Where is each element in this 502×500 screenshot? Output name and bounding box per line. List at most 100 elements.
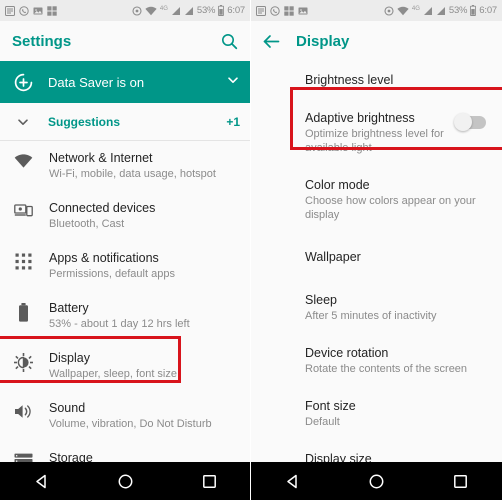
display-screen: 4G 53% 6:07 Display Brightness level Ada… <box>251 0 502 500</box>
settings-item-display[interactable]: Display Wallpaper, sleep, font size <box>0 341 250 391</box>
signal-icon <box>184 6 194 16</box>
page-title: Display <box>296 32 350 50</box>
status-bar-system-icons: 4G 53% 6:07 <box>384 5 497 16</box>
battery-icon <box>470 5 477 16</box>
display-item-title: Font size <box>305 399 356 413</box>
recents-square-icon[interactable] <box>201 473 218 490</box>
home-circle-icon[interactable] <box>368 473 385 490</box>
settings-item-network[interactable]: Network & Internet Wi-Fi, mobile, data u… <box>0 141 250 191</box>
chevron-down-icon[interactable] <box>10 115 36 129</box>
signal-icon <box>423 6 433 16</box>
display-item-subtitle: Choose how colors appear on your display <box>305 195 476 221</box>
navigation-bar <box>251 462 502 500</box>
battery-percent-label: 53% <box>448 5 468 16</box>
signal-icon <box>436 6 446 16</box>
clock-label: 6:07 <box>227 5 245 16</box>
settings-item-sound[interactable]: Sound Volume, vibration, Do Not Disturb <box>0 391 250 441</box>
display-item-title: Adaptive brightness <box>305 111 415 125</box>
display-item-color-mode[interactable]: Color mode Choose how colors appear on y… <box>251 166 502 233</box>
data-saver-icon <box>10 73 36 92</box>
recents-square-icon[interactable] <box>452 473 469 490</box>
display-item-font-size[interactable]: Font size Default <box>251 387 502 440</box>
toggle-knob <box>454 113 472 131</box>
display-item-adaptive-brightness[interactable]: Adaptive brightness Optimize brightness … <box>251 99 502 166</box>
settings-item-battery[interactable]: Battery 53% - about 1 day 12 hrs left <box>0 291 250 341</box>
note-icon <box>5 5 15 16</box>
display-item-subtitle: Optimize brightness level for available … <box>305 128 444 154</box>
battery-percent-label: 53% <box>196 5 216 16</box>
back-triangle-icon[interactable] <box>33 473 50 490</box>
display-item-device-rotation[interactable]: Device rotation Rotate the contents of t… <box>251 334 502 387</box>
whatsapp-icon <box>19 5 29 16</box>
settings-item-title: Sound <box>49 401 86 415</box>
settings-item-title: Apps & notifications <box>49 251 159 265</box>
signal-icon <box>171 6 181 16</box>
chevron-down-icon[interactable] <box>226 73 240 92</box>
battery-icon <box>218 5 225 16</box>
display-settings-list: Brightness level Adaptive brightness Opt… <box>251 61 502 500</box>
home-circle-icon[interactable] <box>117 473 134 490</box>
data-saver-label: Data Saver is on <box>48 74 145 90</box>
settings-app-bar: Settings <box>0 21 250 61</box>
display-item-title: Device rotation <box>305 346 389 360</box>
dual-screenshot-container: 4G 53% 6:07 Settings Data Saver is on Su… <box>0 0 502 500</box>
back-arrow-icon[interactable] <box>263 34 280 49</box>
note-icon <box>256 5 266 16</box>
display-item-title: Wallpaper <box>305 250 361 264</box>
apps-grid-icon <box>10 250 36 270</box>
display-item-subtitle: Rotate the contents of the screen <box>305 363 468 375</box>
display-item-title: Sleep <box>305 293 337 307</box>
settings-item-body: Battery 53% - about 1 day 12 hrs left <box>49 300 190 332</box>
display-item-wallpaper[interactable]: Wallpaper <box>251 233 502 281</box>
navigation-bar <box>0 462 250 500</box>
display-item-title: Brightness level <box>305 73 394 87</box>
wifi-icon <box>397 6 409 16</box>
wifi-icon <box>10 150 36 169</box>
display-item-title: Color mode <box>305 178 370 192</box>
page-title: Settings <box>12 32 72 50</box>
display-item-brightness-level[interactable]: Brightness level <box>251 61 502 99</box>
network-type-label: 4G <box>159 5 168 12</box>
display-app-bar: Display <box>251 21 502 61</box>
suggestions-label: Suggestions <box>48 114 121 129</box>
brightness-icon <box>10 350 36 372</box>
location-icon <box>132 5 142 16</box>
settings-item-body: Sound Volume, vibration, Do Not Disturb <box>49 400 212 432</box>
settings-item-subtitle: Bluetooth, Cast <box>49 218 125 230</box>
back-triangle-icon[interactable] <box>284 473 301 490</box>
settings-item-title: Network & Internet <box>49 151 153 165</box>
data-saver-banner[interactable]: Data Saver is on <box>0 61 250 103</box>
status-bar-notification-icons <box>256 5 308 16</box>
status-bar: 4G 53% 6:07 <box>251 0 502 21</box>
settings-item-subtitle: Wi-Fi, mobile, data usage, hotspot <box>49 168 216 180</box>
display-item-subtitle: After 5 minutes of inactivity <box>305 310 437 322</box>
connected-devices-icon <box>10 200 36 219</box>
image-icon <box>298 6 308 16</box>
settings-item-connected-devices[interactable]: Connected devices Bluetooth, Cast <box>0 191 250 241</box>
image-icon <box>33 6 43 16</box>
clock-label: 6:07 <box>479 5 497 16</box>
search-icon[interactable] <box>221 33 238 50</box>
settings-item-body: Connected devices Bluetooth, Cast <box>49 200 155 232</box>
adaptive-brightness-toggle[interactable] <box>454 113 486 131</box>
settings-item-subtitle: Permissions, default apps <box>49 268 175 280</box>
status-bar: 4G 53% 6:07 <box>0 0 250 21</box>
settings-screen: 4G 53% 6:07 Settings Data Saver is on Su… <box>0 0 251 500</box>
suggestions-header[interactable]: Suggestions +1 <box>0 103 250 141</box>
volume-icon <box>10 400 36 420</box>
network-type-label: 4G <box>411 5 420 12</box>
whatsapp-icon <box>270 5 280 16</box>
settings-item-subtitle: 53% - about 1 day 12 hrs left <box>49 318 190 330</box>
settings-item-apps[interactable]: Apps & notifications Permissions, defaul… <box>0 241 250 291</box>
settings-item-body: Network & Internet Wi-Fi, mobile, data u… <box>49 150 216 182</box>
wifi-icon <box>145 6 157 16</box>
settings-item-title: Battery <box>49 301 89 315</box>
apps-grid-icon <box>47 5 57 16</box>
apps-grid-icon <box>284 5 294 16</box>
display-item-body: Adaptive brightness Optimize brightness … <box>305 110 456 155</box>
settings-item-subtitle: Wallpaper, sleep, font size <box>49 368 177 380</box>
status-bar-notification-icons <box>5 5 57 16</box>
settings-item-title: Connected devices <box>49 201 156 215</box>
display-item-subtitle: Default <box>305 416 340 428</box>
display-item-sleep[interactable]: Sleep After 5 minutes of inactivity <box>251 281 502 334</box>
